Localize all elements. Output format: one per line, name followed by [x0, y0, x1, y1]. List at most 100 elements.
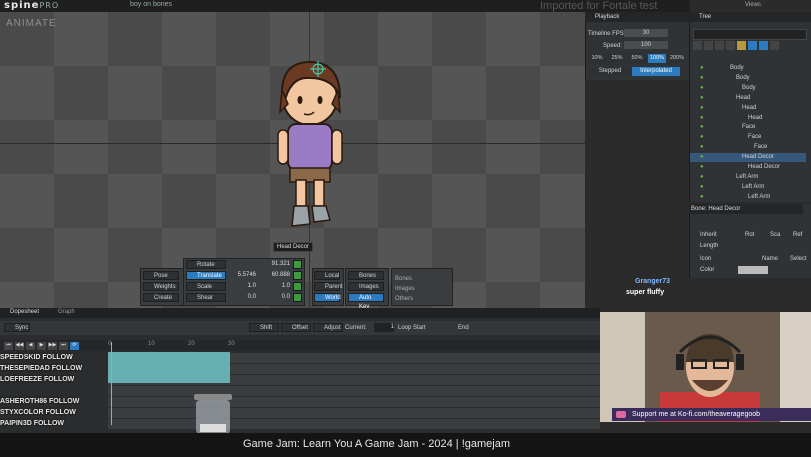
- sync-button[interactable]: Sync: [4, 323, 30, 332]
- name-toggle[interactable]: Name: [762, 256, 778, 262]
- first-frame-icon[interactable]: ⏮: [4, 342, 13, 350]
- visibility-eye-icon[interactable]: ●: [700, 173, 704, 182]
- images-toggle[interactable]: Images: [348, 282, 384, 291]
- scale-tool[interactable]: Scale: [186, 282, 226, 291]
- speed-preset-50[interactable]: 50%: [628, 54, 646, 63]
- interpolated-button[interactable]: Interpolated: [632, 67, 680, 76]
- reverse-icon[interactable]: ◀: [26, 342, 35, 350]
- stepped-button[interactable]: Stepped: [590, 67, 630, 76]
- visibility-eye-icon[interactable]: ●: [700, 123, 704, 132]
- translate-y[interactable]: 60.888: [258, 272, 290, 278]
- tree-row[interactable]: ● Face: [690, 143, 806, 152]
- tree-row[interactable]: ● Head Decor: [690, 163, 806, 172]
- dopesheet-row-label[interactable]: ASHEROTH86 FOLLOW: [0, 397, 107, 407]
- next-key-icon[interactable]: ▶▶: [48, 342, 57, 350]
- bones-toggle[interactable]: Bones: [348, 271, 384, 280]
- visibility-eye-icon[interactable]: ●: [700, 163, 704, 172]
- dopesheet-track[interactable]: [108, 408, 600, 419]
- tab-dopesheet[interactable]: Dopesheet: [10, 309, 39, 315]
- visibility-eye-icon[interactable]: ●: [700, 114, 704, 123]
- shift-button[interactable]: Shift: [249, 323, 279, 332]
- current-frame-input[interactable]: 1: [374, 323, 394, 332]
- tree-row[interactable]: ● Face: [690, 123, 806, 132]
- dopesheet-row-label[interactable]: LOEFREEZE FOLLOW: [0, 375, 107, 385]
- tree-row[interactable]: ● Body: [690, 64, 806, 73]
- filter-key-icon[interactable]: [737, 41, 746, 50]
- dopesheet-row-label[interactable]: STYXCOLOR FOLLOW: [0, 408, 107, 418]
- speed-preset-100[interactable]: 100%: [648, 54, 666, 63]
- character-figure[interactable]: [270, 50, 350, 232]
- tree-search-input[interactable]: [693, 29, 807, 40]
- speed-preset-25[interactable]: 25%: [608, 54, 626, 63]
- tab-graph[interactable]: Graph: [58, 309, 75, 315]
- translate-tool[interactable]: Translate: [186, 271, 226, 280]
- visibility-eye-icon[interactable]: ●: [700, 183, 704, 192]
- rotate-tool[interactable]: Rotate: [186, 260, 226, 269]
- speed-preset-10[interactable]: 10%: [588, 54, 606, 63]
- tree-row[interactable]: ● Head Decor: [690, 153, 806, 163]
- tree-row[interactable]: ● Head: [690, 104, 806, 113]
- visibility-eye-icon[interactable]: ●: [700, 153, 704, 162]
- tree-row[interactable]: ● Head: [690, 94, 806, 103]
- rotate-value[interactable]: 91.321: [230, 261, 290, 267]
- axis-world-button[interactable]: World: [314, 293, 341, 302]
- inherit-ref[interactable]: Ref: [793, 232, 802, 238]
- shear-x[interactable]: 0.0: [228, 294, 256, 300]
- dopesheet-row-label[interactable]: PAIPIN3D FOLLOW: [0, 419, 107, 429]
- dopesheet-row-label[interactable]: SPEEDSKID FOLLOW: [0, 353, 107, 363]
- dopesheet-track[interactable]: [108, 419, 600, 430]
- visibility-eye-icon[interactable]: ●: [700, 64, 704, 73]
- auto-key-toggle[interactable]: Auto Key: [348, 293, 384, 310]
- tree-row[interactable]: ● Body: [690, 74, 806, 83]
- select-toggle[interactable]: Select: [790, 256, 807, 262]
- adjust-button[interactable]: Adjust: [313, 323, 343, 332]
- axis-local-button[interactable]: Local: [314, 271, 340, 280]
- visibility-eye-icon[interactable]: ●: [700, 193, 704, 202]
- scale-x[interactable]: 1.0: [228, 283, 256, 289]
- filter-bone-icon[interactable]: [704, 41, 713, 50]
- axis-parent-button[interactable]: Parent: [314, 282, 343, 291]
- visibility-eye-icon[interactable]: ●: [700, 104, 704, 113]
- timeline-fps-input[interactable]: 30: [624, 29, 668, 37]
- tree-row[interactable]: ● Left Arm: [690, 183, 806, 192]
- shear-key-icon[interactable]: [293, 293, 302, 302]
- visibility-eye-icon[interactable]: ●: [700, 143, 704, 152]
- speed-preset-200[interactable]: 200%: [668, 54, 686, 63]
- translate-key-icon[interactable]: [293, 271, 302, 280]
- tree-row[interactable]: ● Face: [690, 133, 806, 142]
- inherit-rot[interactable]: Rot: [745, 232, 754, 238]
- filter-constraint-icon[interactable]: [748, 41, 757, 50]
- pose-button[interactable]: Pose: [143, 271, 179, 280]
- rotate-key-icon[interactable]: [293, 260, 302, 269]
- scale-key-icon[interactable]: [293, 282, 302, 291]
- dopesheet-track[interactable]: [108, 386, 600, 397]
- scale-y[interactable]: 1.0: [258, 283, 290, 289]
- play-icon[interactable]: ▶: [37, 342, 46, 350]
- visibility-eye-icon[interactable]: ●: [700, 94, 704, 103]
- translate-x[interactable]: 5.5746: [228, 272, 256, 278]
- prev-key-icon[interactable]: ◀◀: [15, 342, 24, 350]
- visibility-eye-icon[interactable]: ●: [700, 133, 704, 142]
- tree-row[interactable]: ● Body: [690, 84, 806, 93]
- playhead[interactable]: [111, 342, 112, 425]
- loop-icon[interactable]: ⟳: [70, 342, 79, 350]
- inherit-sca[interactable]: Sca: [770, 232, 780, 238]
- dopesheet-row-label[interactable]: THESEPIEDAD FOLLOW: [0, 364, 107, 374]
- visibility-eye-icon[interactable]: ●: [700, 74, 704, 83]
- tree-row[interactable]: ● Left Arm: [690, 193, 806, 202]
- dopesheet-row-label[interactable]: [0, 386, 107, 396]
- speed-input[interactable]: 100: [624, 41, 668, 49]
- keyframe-range[interactable]: [108, 352, 230, 383]
- create-button[interactable]: Create: [143, 293, 179, 302]
- tree-row[interactable]: ● Head: [690, 114, 806, 123]
- offset-button[interactable]: Offset: [281, 323, 311, 332]
- filter-pen-icon[interactable]: [693, 41, 702, 50]
- filter-image-icon[interactable]: [726, 41, 735, 50]
- filter-skin-icon[interactable]: [770, 41, 779, 50]
- shear-tool[interactable]: Shear: [186, 293, 226, 302]
- shear-y[interactable]: 0.0: [258, 294, 290, 300]
- visibility-eye-icon[interactable]: ●: [700, 84, 704, 93]
- last-frame-icon[interactable]: ⏭: [59, 342, 68, 350]
- dopesheet-track[interactable]: [108, 397, 600, 408]
- color-swatch[interactable]: [738, 266, 768, 274]
